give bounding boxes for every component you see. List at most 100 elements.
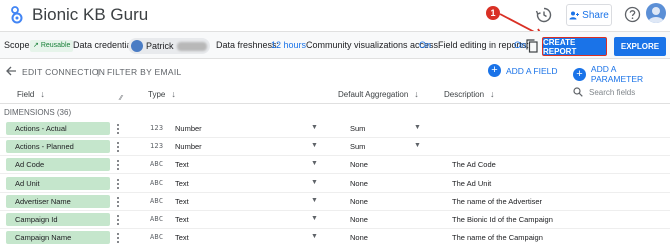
field-name-chip[interactable]: Actions - Actual (6, 122, 110, 135)
type-icon: ABC (150, 215, 164, 223)
description-field[interactable]: The Bionic Id of the Campaign (452, 215, 553, 224)
table-row[interactable]: Campaign Id ABC Text ▼ None The Bionic Id of … (0, 211, 670, 229)
column-field-label: Field (17, 89, 35, 99)
dropdown-arrow-icon[interactable]: ▼ (311, 124, 318, 131)
copy-icon[interactable] (526, 39, 538, 53)
field-name-chip[interactable]: Campaign Id (6, 213, 110, 226)
filter-by-email-link[interactable]: FILTER BY EMAIL (107, 67, 182, 77)
add-parameter-button[interactable]: + ADD A PARAMETER (573, 64, 670, 84)
add-parameter-label: ADD A PARAMETER (590, 64, 644, 84)
redacted-name (177, 42, 207, 51)
column-aggregation[interactable]: Default Aggregation ↓ (338, 89, 419, 99)
more-vert-icon[interactable] (115, 141, 121, 153)
column-aggregation-label: Default Aggregation (338, 89, 409, 99)
aggregation-select: None (350, 178, 368, 188)
create-report-button[interactable]: CREATE REPORT (542, 37, 607, 56)
table-row[interactable]: Ad Unit ABC Text ▼ None The Ad Unit (0, 175, 670, 193)
description-field[interactable]: The Ad Unit (452, 179, 491, 188)
type-select[interactable]: Text (175, 215, 189, 224)
more-vert-icon[interactable] (115, 214, 121, 226)
share-button[interactable]: Share (566, 4, 612, 26)
arrow-left-icon[interactable] (5, 65, 17, 77)
table-row[interactable]: Ad Code ABC Text ▼ None The Ad Code (0, 156, 670, 175)
column-field[interactable]: Field ↓ (17, 89, 45, 99)
dropdown-arrow-icon[interactable]: ▼ (311, 233, 318, 240)
scope-label: Scope: (4, 40, 33, 50)
freshness-label: Data freshness: (216, 40, 280, 50)
column-description[interactable]: Description ↓ (444, 89, 495, 99)
dropdown-arrow-icon[interactable]: ▼ (311, 142, 318, 149)
user-avatar (131, 40, 143, 52)
edit-connection-bar: EDIT CONNECTION | FILTER BY EMAIL + ADD … (0, 60, 670, 84)
type-icon: ABC (150, 160, 164, 169)
field-name-chip[interactable]: Ad Unit (6, 176, 110, 190)
aggregation-select: None (350, 160, 368, 170)
field-name-chip[interactable]: Actions - Planned (6, 140, 110, 154)
dropdown-arrow-icon[interactable]: ▼ (311, 197, 318, 204)
table-row[interactable]: Campaign Name ABC Text ▼ None The name of the… (0, 229, 670, 245)
field-name-chip[interactable]: Advertiser Name (6, 194, 110, 208)
column-type[interactable]: Type ↓ (148, 89, 176, 99)
sort-arrow-icon: ↓ (171, 89, 176, 99)
aggregation-select[interactable]: Sum (350, 124, 365, 133)
add-field-button[interactable]: + ADD A FIELD (488, 64, 558, 77)
table-row[interactable]: Actions - Actual 123 Number ▼ Sum ▼ (0, 120, 670, 138)
type-select[interactable]: Text (175, 160, 189, 169)
sort-arrow-icon: ↓ (490, 89, 495, 99)
account-avatar[interactable] (646, 3, 666, 23)
dimensions-section-label: DIMENSIONS (36) (4, 108, 72, 117)
credentials-chip[interactable]: Patrick (128, 38, 210, 54)
data-source-info-bar: Scope: ↗ Reusable Data credentials: Patr… (0, 31, 670, 59)
person-add-icon (569, 11, 580, 19)
description-field[interactable]: The name of the Campaign (452, 233, 543, 242)
type-select[interactable]: Number (175, 124, 202, 133)
type-icon: 123 (150, 124, 164, 132)
type-icon: ABC (150, 233, 164, 242)
dropdown-arrow-icon[interactable]: ▼ (311, 179, 318, 186)
aggregation-select: None (350, 215, 368, 224)
resize-handle-icon[interactable]: ⁄⁄ (120, 95, 122, 102)
more-vert-icon[interactable] (115, 159, 121, 171)
type-select[interactable]: Text (175, 197, 189, 206)
field-name-chip[interactable]: Ad Code (6, 158, 110, 172)
freshness-value[interactable]: 12 hours (271, 40, 306, 50)
aggregation-select: None (350, 196, 368, 206)
field-name-chip[interactable]: Campaign Name (6, 231, 110, 245)
search-input[interactable]: Search fields (589, 88, 635, 97)
dropdown-arrow-icon[interactable]: ▼ (414, 142, 421, 149)
table-row[interactable]: Actions - Planned 123 Number ▼ Sum ▼ (0, 138, 670, 157)
description-field[interactable]: The Ad Code (452, 160, 496, 169)
toolbar-separator: | (97, 67, 100, 77)
sort-arrow-icon: ↓ (414, 89, 419, 99)
edit-connection-link[interactable]: EDIT CONNECTION (22, 67, 105, 77)
type-select[interactable]: Text (175, 233, 189, 242)
more-vert-icon[interactable] (115, 232, 121, 244)
type-select[interactable]: Text (175, 179, 189, 188)
more-vert-icon[interactable] (115, 178, 121, 190)
more-vert-icon[interactable] (115, 196, 121, 208)
dropdown-arrow-icon[interactable]: ▼ (311, 160, 318, 167)
table-row[interactable]: Advertiser Name ABC Text ▼ None The name of t… (0, 193, 670, 211)
community-value[interactable]: On (419, 40, 431, 50)
type-icon: ABC (150, 196, 164, 205)
share-label: Share (582, 9, 609, 21)
more-vert-icon[interactable] (115, 123, 121, 135)
type-icon: ABC (150, 178, 164, 187)
column-header: Field ↓ ⁄⁄ Type ↓ Default Aggregation ↓ … (0, 84, 670, 104)
avatar-icon (648, 7, 664, 23)
help-icon[interactable] (624, 6, 641, 23)
description-field[interactable]: The name of the Advertiser (452, 197, 542, 206)
type-select[interactable]: Number (175, 142, 202, 151)
aggregation-select[interactable]: Sum (350, 142, 365, 151)
explore-button[interactable]: EXPLORE (614, 37, 666, 56)
dropdown-arrow-icon[interactable]: ▼ (414, 124, 421, 131)
plus-icon: + (488, 64, 501, 77)
column-description-label: Description (444, 89, 485, 99)
search-fields[interactable]: Search fields (573, 87, 635, 97)
reusable-chip[interactable]: ↗ Reusable (30, 40, 74, 52)
field-editing-value[interactable]: On (514, 40, 526, 50)
add-field-label: ADD A FIELD (506, 65, 558, 76)
looker-studio-logo-icon[interactable] (10, 6, 24, 24)
app-title[interactable]: Bionic KB Guru (32, 5, 148, 25)
dropdown-arrow-icon[interactable]: ▼ (311, 215, 318, 222)
